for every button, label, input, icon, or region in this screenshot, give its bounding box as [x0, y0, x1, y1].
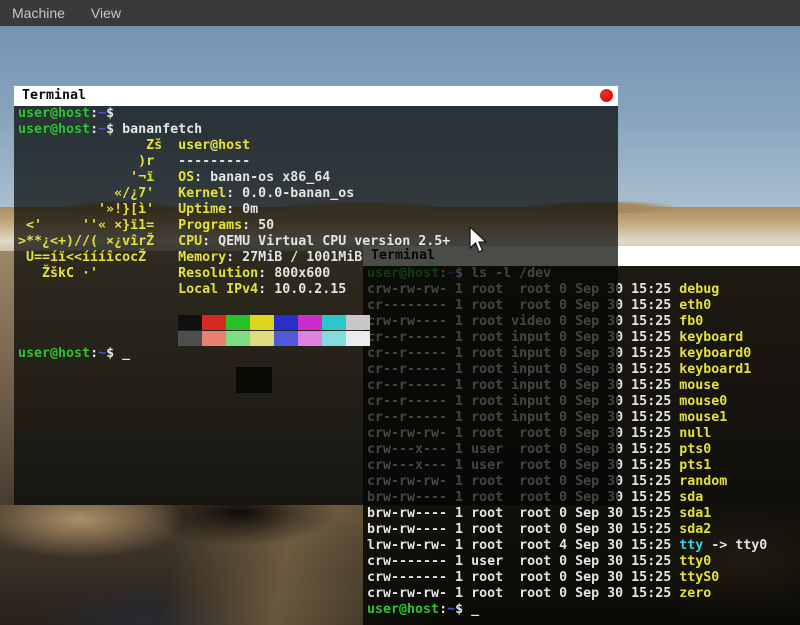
- menu-view[interactable]: View: [91, 5, 121, 21]
- vm-screen: { "menubar": { "items": [ { "label": "Ma…: [0, 0, 800, 625]
- ansi-color-swatch: [250, 315, 274, 330]
- mouse-cursor-icon: [469, 226, 489, 256]
- ansi-color-swatch: [346, 315, 370, 330]
- ansi-color-swatch: [346, 331, 370, 346]
- ansi-color-swatch: [298, 331, 322, 346]
- blank-line: [18, 298, 618, 314]
- ansi-color-swatch: [226, 315, 250, 330]
- ansi-palette-row: [18, 314, 618, 330]
- shell-prompt: user@host:~$ _: [18, 346, 618, 362]
- ansi-color-swatch: [250, 331, 274, 346]
- terminal-fetch-title: Terminal: [22, 88, 86, 103]
- fetch-line: '¬ï OS: banan-os x86_64: [18, 170, 618, 186]
- shell-prompt: user@host:~$: [18, 106, 618, 122]
- fetch-line: Zš user@host: [18, 138, 618, 154]
- shell-prompt: user@host:~$ _: [367, 602, 800, 618]
- fetch-line: <' ''« ×}ï1= Programs: 50: [18, 218, 618, 234]
- close-button[interactable]: [600, 89, 613, 102]
- ls-row: lrw-rw-rw- 1 root root 4 Sep 30 15:25 tt…: [367, 538, 800, 554]
- ansi-color-swatch: [322, 331, 346, 346]
- fetch-line: '»!}[ì' Uptime: 0m: [18, 202, 618, 218]
- fetch-line: Local IPv4: 10.0.2.15: [18, 282, 618, 298]
- fetch-line: >**¿<+)//( ×¿vîrŽ CPU: QEMU Virtual CPU …: [18, 234, 618, 250]
- fetch-line: «/¿7' Kernel: 0.0.0-banan_os: [18, 186, 618, 202]
- ansi-color-swatch: [202, 331, 226, 346]
- shell-prompt: user@host:~$ bananfetch: [18, 122, 618, 138]
- ansi-color-swatch: [274, 331, 298, 346]
- fetch-line: ŽškC ·' Resolution: 800x600: [18, 266, 618, 282]
- ansi-color-swatch: [322, 315, 346, 330]
- ansi-color-swatch: [226, 331, 250, 346]
- ansi-color-swatch: [202, 315, 226, 330]
- ls-row: crw------- 1 user root 0 Sep 30 15:25 tt…: [367, 554, 800, 570]
- vm-menubar: Machine View: [0, 0, 800, 26]
- terminal-window-fetch: Terminal user@host:~$ user@host:~$ banan…: [14, 86, 618, 505]
- ansi-color-swatch: [298, 315, 322, 330]
- fetch-line: U==íï<<íííîcocŽ Memory: 27MiB / 1001MiB: [18, 250, 618, 266]
- ansi-color-swatch: [274, 315, 298, 330]
- ansi-color-swatch: [178, 331, 202, 346]
- ls-row: crw-rw-rw- 1 root root 0 Sep 30 15:25 ze…: [367, 586, 800, 602]
- fetch-line: )r ---------: [18, 154, 618, 170]
- ansi-color-swatch: [178, 315, 202, 330]
- menu-machine[interactable]: Machine: [12, 5, 65, 21]
- terminal-fetch-output[interactable]: user@host:~$ user@host:~$ bananfetch Zš …: [14, 106, 618, 505]
- ls-row: brw-rw---- 1 root root 0 Sep 30 15:25 sd…: [367, 522, 800, 538]
- ansi-palette-row: [18, 330, 618, 346]
- terminal-fetch-titlebar[interactable]: Terminal: [14, 86, 618, 106]
- ls-row: brw-rw---- 1 root root 0 Sep 30 15:25 sd…: [367, 506, 800, 522]
- ls-row: crw------- 1 root root 0 Sep 30 15:25 tt…: [367, 570, 800, 586]
